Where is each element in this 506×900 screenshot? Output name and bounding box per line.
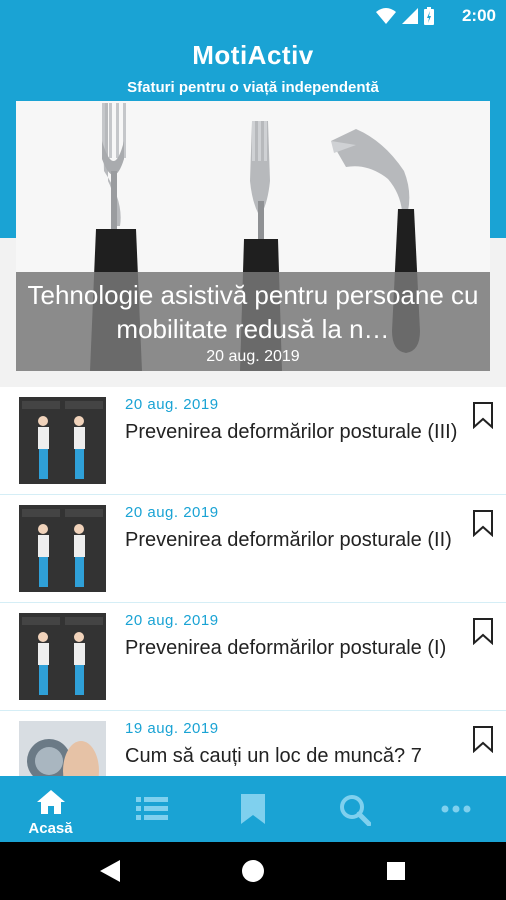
article-thumbnail [19,613,106,700]
article-date: 20 aug. 2019 [125,612,219,629]
battery-icon [424,7,434,25]
app-title: MotiActiv [192,40,314,70]
featured-article-title: Tehnologie asistivă pentru persoane cu m… [27,280,479,344]
article-title: Prevenirea deformărilor posturale (I) [125,637,447,659]
nav-search[interactable] [303,776,404,842]
bookmark-icon[interactable] [472,509,494,537]
signal-icon [402,8,418,24]
nav-list[interactable] [101,776,202,842]
article-thumbnail [19,505,106,592]
list-icon [136,797,168,820]
article-title: Cum să cauți un loc de muncă? 7 [125,745,422,767]
article-title: Prevenirea deformărilor posturale (III) [125,421,458,443]
featured-article-card[interactable]: Tehnologie asistivă pentru persoane cu m… [16,101,490,371]
bookmark-icon[interactable] [472,725,494,753]
article-list-item[interactable]: 20 aug. 2019 Prevenirea deformărilor pos… [0,495,506,603]
article-date: 19 aug. 2019 [125,720,219,737]
nav-home-label: Acasă [28,820,73,837]
nav-home[interactable]: Acasă [0,776,101,842]
article-list: 20 aug. 2019 Prevenirea deformărilor pos… [0,387,506,819]
status-icons [376,7,434,25]
app-subtitle: Sfaturi pentru o viață independentă [127,79,379,96]
article-list-item[interactable]: 20 aug. 2019 Prevenirea deformărilor pos… [0,387,506,495]
status-bar: 2:00 [0,0,506,32]
home-button-icon[interactable] [242,860,264,882]
nav-bookmarks[interactable] [202,776,303,842]
nav-more[interactable] [404,776,505,842]
more-icon [441,805,471,813]
article-list-item[interactable]: 20 aug. 2019 Prevenirea deformărilor pos… [0,603,506,711]
home-icon [37,790,65,814]
bookmark-icon[interactable] [472,401,494,429]
back-icon[interactable] [100,860,120,882]
featured-article-caption: Tehnologie asistivă pentru persoane cu m… [16,272,490,371]
bottom-navigation: Acasă [0,776,506,842]
bookmark-icon [241,794,265,824]
search-icon [340,795,371,826]
article-date: 20 aug. 2019 [125,504,219,521]
featured-article-date: 20 aug. 2019 [206,348,300,365]
article-title: Prevenirea deformărilor posturale (II) [125,529,452,551]
article-date: 20 aug. 2019 [125,396,219,413]
wifi-icon [376,8,396,24]
article-thumbnail [19,397,106,484]
bookmark-icon[interactable] [472,617,494,645]
status-time: 2:00 [461,6,496,25]
system-navigation-bar [0,842,506,900]
recents-icon[interactable] [387,862,405,880]
